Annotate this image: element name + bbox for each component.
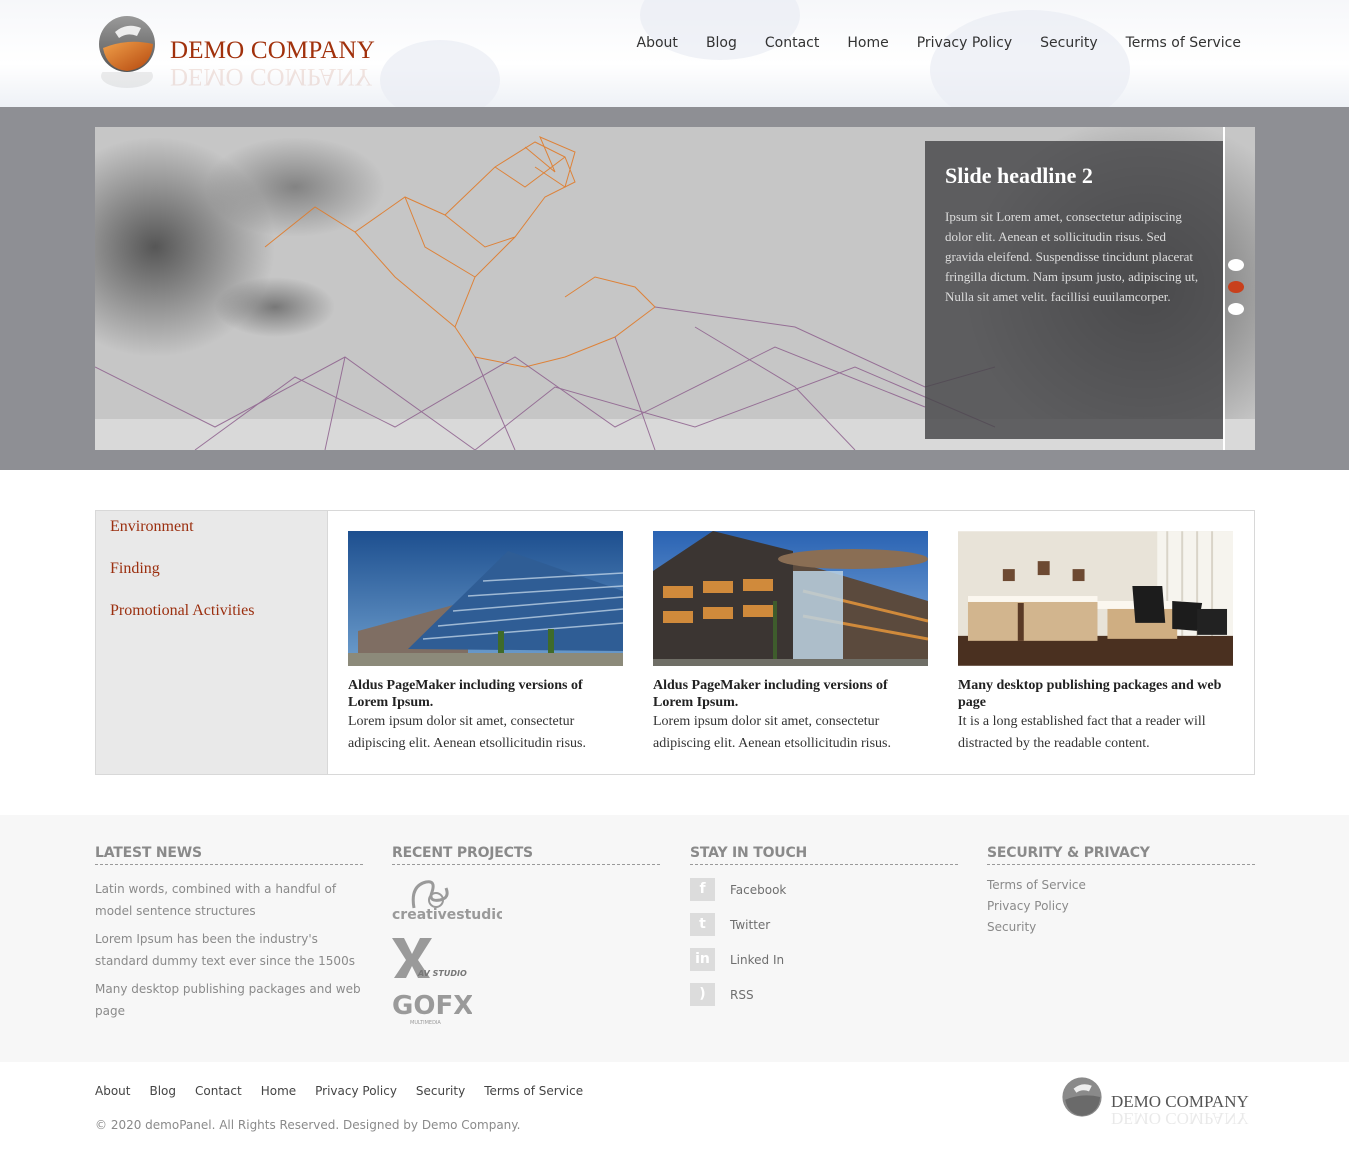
widget-recent-projects: RECENT PROJECTS creativestudio AV STUDIO… (392, 845, 660, 1038)
card-image-modern-building[interactable] (653, 531, 928, 666)
slide-divider (1223, 127, 1225, 450)
copyright-text: © 2020 demoPanel. All Rights Reserved. D… (95, 1118, 521, 1132)
card-title[interactable]: Aldus PageMaker including versions of Lo… (653, 677, 928, 711)
background-cloud (640, 0, 800, 60)
footer-link-terms-of-service[interactable]: Terms of Service (987, 875, 1255, 896)
footer-link-security[interactable]: Security (987, 917, 1255, 938)
slide-caption: Slide headline 2 Ipsum sit Lorem amet, c… (925, 141, 1223, 439)
widget-security-privacy: SECURITY & PRIVACY Terms of Service Priv… (987, 845, 1255, 938)
footer-logo-mark-icon (1062, 1077, 1102, 1117)
hero-slider: Slide headline 2 Ipsum sit Lorem amet, c… (95, 127, 1255, 450)
bottom-nav-privacy-policy[interactable]: Privacy Policy (315, 1084, 397, 1098)
nav-link-contact[interactable]: Contact (765, 35, 819, 51)
feature-card: Aldus PageMaker including versions of Lo… (653, 531, 928, 755)
widget-heading: STAY IN TOUCH (690, 845, 958, 865)
site-logo[interactable]: DEMO COMPANY DEMO COMPANY (97, 14, 387, 100)
social-link-facebook[interactable]: f Facebook (690, 878, 958, 901)
slider-dot[interactable] (1228, 259, 1244, 271)
feature-card: Many desktop publishing packages and web… (958, 531, 1233, 755)
project-logo-gofx[interactable]: GOFX MULTIMEDIA (392, 990, 472, 1026)
widget-heading: SECURITY & PRIVACY (987, 845, 1255, 865)
feature-cards: Aldus PageMaker including versions of Lo… (348, 531, 1233, 755)
feature-card: Aldus PageMaker including versions of Lo… (348, 531, 623, 755)
news-item[interactable]: Many desktop publishing packages and web… (95, 978, 363, 1022)
slide-headline: Slide headline 2 (945, 163, 1093, 188)
card-image-office-building[interactable] (348, 531, 623, 666)
site-header: DEMO COMPANY DEMO COMPANY About Blog Con… (0, 0, 1349, 107)
project-logo-creativestudio[interactable]: creativestudio (392, 878, 502, 922)
content-box: Environment Finding Promotional Activiti… (95, 510, 1255, 775)
nav-link-home[interactable]: Home (847, 35, 888, 51)
nav-link-blog[interactable]: Blog (706, 35, 737, 51)
bottom-nav-about[interactable]: About (95, 1084, 130, 1098)
bottom-bar: About Blog Contact Home Privacy Policy S… (0, 1062, 1349, 1158)
facebook-icon: f (690, 878, 715, 901)
social-link-twitter[interactable]: t Twitter (690, 913, 958, 936)
footer-logo[interactable]: DEMO COMPANY DEMO COMPANY (1061, 1076, 1261, 1136)
social-label: Facebook (730, 882, 787, 897)
social-link-rss[interactable]: ) RSS (690, 983, 958, 1006)
widget-heading: LATEST NEWS (95, 845, 363, 865)
slider-dot-active[interactable] (1228, 281, 1244, 293)
nav-link-about[interactable]: About (637, 35, 678, 51)
slider-dot[interactable] (1228, 303, 1244, 315)
widget-latest-news: LATEST NEWS Latin words, combined with a… (95, 845, 363, 1028)
side-menu: Environment Finding Promotional Activiti… (96, 511, 328, 774)
footer-link-privacy-policy[interactable]: Privacy Policy (987, 896, 1255, 917)
card-image-office-interior[interactable] (958, 531, 1233, 666)
bottom-navigation: About Blog Contact Home Privacy Policy S… (95, 1084, 602, 1098)
card-text: It is a long established fact that a rea… (958, 714, 1206, 751)
slider-pagination (1228, 259, 1244, 325)
bottom-nav-contact[interactable]: Contact (195, 1084, 242, 1098)
side-menu-item-promotional-activities[interactable]: Promotional Activities (96, 601, 327, 643)
bottom-nav-security[interactable]: Security (416, 1084, 465, 1098)
logo-text: DEMO COMPANY (170, 37, 375, 64)
bottom-nav-terms-of-service[interactable]: Terms of Service (484, 1084, 583, 1098)
widget-heading: RECENT PROJECTS (392, 845, 660, 865)
news-item[interactable]: Latin words, combined with a handful of … (95, 878, 363, 922)
logo-reflection-icon (101, 72, 153, 88)
footer-logo-text-reflection: DEMO COMPANY (1111, 1109, 1249, 1128)
linkedin-icon: in (690, 948, 715, 971)
side-menu-item-environment[interactable]: Environment (96, 517, 327, 559)
background-cloud (930, 10, 1130, 107)
nav-link-privacy-policy[interactable]: Privacy Policy (917, 35, 1012, 51)
widget-stay-in-touch: STAY IN TOUCH f Facebook t Twitter in Li… (690, 845, 958, 1018)
card-title[interactable]: Many desktop publishing packages and web… (958, 677, 1233, 711)
social-label: Linked In (730, 952, 785, 967)
project-logo-text: GOFX (392, 991, 472, 1021)
nav-link-terms-of-service[interactable]: Terms of Service (1126, 35, 1241, 51)
slide-text: Ipsum sit Lorem amet, consectetur adipis… (945, 209, 1199, 304)
rss-icon: ) (690, 983, 715, 1006)
bottom-nav-home[interactable]: Home (261, 1084, 296, 1098)
social-label: Twitter (730, 917, 771, 932)
bottom-nav-blog[interactable]: Blog (149, 1084, 176, 1098)
project-logo-av-studio[interactable]: AV STUDIO (392, 934, 472, 978)
social-label: RSS (730, 987, 754, 1002)
nav-link-security[interactable]: Security (1040, 35, 1098, 51)
project-logo-subtext: MULTIMEDIA (410, 1020, 441, 1026)
card-text: Lorem ipsum dolor sit amet, consectetur … (653, 714, 891, 751)
top-navigation: About Blog Contact Home Privacy Policy S… (637, 35, 1241, 51)
logo-mark-icon (99, 16, 155, 72)
project-logo-text: creativestudio (392, 907, 502, 922)
project-logo-text: AV STUDIO (417, 969, 467, 978)
background-cloud (380, 40, 500, 107)
logo-text-reflection: DEMO COMPANY (170, 63, 373, 90)
twitter-icon: t (690, 913, 715, 936)
footer-widgets: LATEST NEWS Latin words, combined with a… (0, 815, 1349, 1062)
card-text: Lorem ipsum dolor sit amet, consectetur … (348, 714, 586, 751)
social-link-linkedin[interactable]: in Linked In (690, 948, 958, 971)
side-menu-item-finding[interactable]: Finding (96, 559, 327, 601)
news-item[interactable]: Lorem Ipsum has been the industry's stan… (95, 928, 363, 972)
card-title[interactable]: Aldus PageMaker including versions of Lo… (348, 677, 623, 711)
